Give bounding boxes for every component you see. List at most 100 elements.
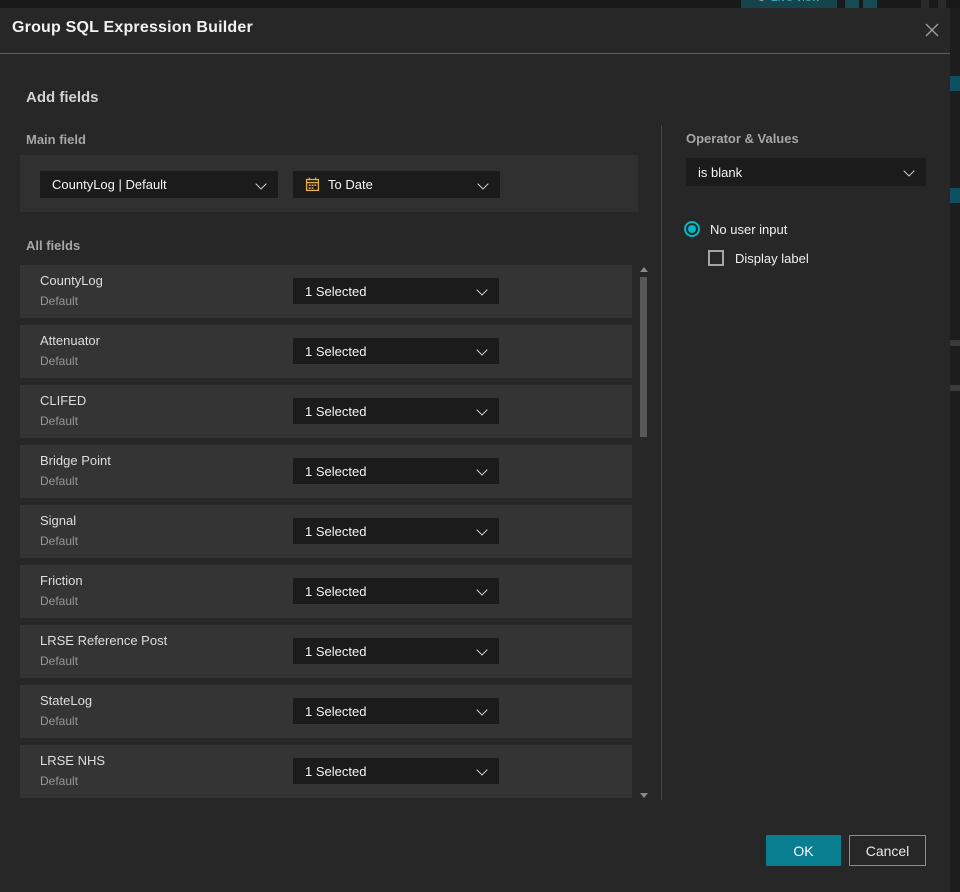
- chevron-down-icon: [476, 524, 488, 536]
- chevron-down-icon: [476, 584, 488, 596]
- radio-selected-icon: [684, 221, 700, 237]
- field-selected-dropdown[interactable]: 1 Selected: [293, 638, 499, 664]
- field-name: Friction: [40, 573, 83, 588]
- field-type-dropdown[interactable]: To Date: [293, 171, 500, 198]
- cancel-button[interactable]: Cancel: [849, 835, 926, 866]
- field-name: CountyLog: [40, 273, 103, 288]
- main-field-dropdown[interactable]: CountyLog | Default: [40, 171, 278, 198]
- header-divider: [0, 53, 950, 54]
- field-selected-dropdown[interactable]: 1 Selected: [293, 518, 499, 544]
- dropdown-value: 1 Selected: [305, 463, 367, 479]
- dropdown-value: 1 Selected: [305, 763, 367, 779]
- field-row: Attenuator Default 1 Selected: [20, 325, 632, 378]
- chevron-down-icon: [476, 404, 488, 416]
- dialog-title: Group SQL Expression Builder: [12, 19, 253, 36]
- chevron-down-icon: [477, 177, 489, 190]
- main-field-dropdown-value: CountyLog | Default: [52, 177, 167, 192]
- field-row: Friction Default 1 Selected: [20, 565, 632, 618]
- field-subtitle: Default: [40, 474, 79, 488]
- field-selected-dropdown[interactable]: 1 Selected: [293, 278, 499, 304]
- display-label-checkbox[interactable]: Display label: [708, 250, 809, 266]
- chevron-down-icon: [476, 284, 488, 296]
- background-panel-fragment: [950, 385, 960, 391]
- calendar-date-icon: [305, 177, 320, 192]
- all-fields-label: All fields: [26, 238, 81, 253]
- operator-values-label: Operator & Values: [686, 131, 799, 146]
- field-selected-dropdown[interactable]: 1 Selected: [293, 578, 499, 604]
- background-toolbar-fragment: [845, 0, 859, 8]
- all-fields-list: CountyLog Default 1 Selected Attenuator …: [20, 265, 632, 805]
- dropdown-value: 1 Selected: [305, 283, 367, 299]
- field-subtitle: Default: [40, 714, 79, 728]
- close-icon: [925, 23, 939, 37]
- main-field-label: Main field: [26, 132, 86, 147]
- field-name: LRSE Reference Post: [40, 633, 168, 648]
- chevron-down-icon: [476, 464, 488, 476]
- field-name: LRSE NHS: [40, 753, 106, 768]
- fields-list-scrollbar[interactable]: [639, 265, 648, 800]
- field-row: StateLog Default 1 Selected: [20, 685, 632, 738]
- no-user-input-label: No user input: [710, 221, 788, 237]
- live-view-label: Live view: [771, 0, 820, 4]
- field-selected-dropdown[interactable]: 1 Selected: [293, 338, 499, 364]
- field-selected-dropdown[interactable]: 1 Selected: [293, 398, 499, 424]
- background-toolbar-fragment: [938, 0, 946, 8]
- field-subtitle: Default: [40, 594, 79, 608]
- chevron-down-icon: [903, 165, 915, 177]
- dropdown-value: 1 Selected: [305, 403, 367, 419]
- background-panel-fragment: [950, 340, 960, 346]
- dropdown-value: 1 Selected: [305, 643, 367, 659]
- chevron-down-icon: [476, 704, 488, 716]
- background-toolbar-fragment: [921, 0, 929, 8]
- ok-button[interactable]: OK: [766, 835, 841, 866]
- background-toolbar-fragment: [863, 0, 877, 8]
- field-subtitle: Default: [40, 294, 79, 308]
- scroll-down-arrow-icon[interactable]: [640, 793, 648, 798]
- dropdown-value: 1 Selected: [305, 523, 367, 539]
- add-fields-heading: Add fields: [26, 89, 99, 106]
- checkbox-unchecked-icon: [708, 250, 724, 266]
- background-panel-fragment: [950, 188, 960, 203]
- field-subtitle: Default: [40, 354, 79, 368]
- chevron-down-icon: [476, 344, 488, 356]
- chevron-down-icon: [476, 644, 488, 656]
- field-row: CLIFED Default 1 Selected: [20, 385, 632, 438]
- background-app-topbar: Live view: [0, 0, 960, 8]
- chevron-down-icon: [255, 177, 267, 190]
- field-name: CLIFED: [40, 393, 87, 408]
- field-row: Bridge Point Default 1 Selected: [20, 445, 632, 498]
- field-selected-dropdown[interactable]: 1 Selected: [293, 758, 499, 784]
- group-sql-expression-builder-dialog: Live view Group SQL Expression Builder A…: [0, 0, 960, 892]
- field-row: CountyLog Default 1 Selected: [20, 265, 632, 318]
- scroll-up-arrow-icon[interactable]: [640, 267, 648, 272]
- dropdown-value: 1 Selected: [305, 343, 367, 359]
- field-subtitle: Default: [40, 654, 79, 668]
- live-view-badge: Live view: [741, 0, 837, 8]
- scrollbar-thumb[interactable]: [640, 277, 647, 437]
- background-panel-fragment: [950, 76, 960, 91]
- field-subtitle: Default: [40, 534, 79, 548]
- panel-divider: [661, 125, 662, 800]
- field-row: Signal Default 1 Selected: [20, 505, 632, 558]
- close-button[interactable]: [918, 16, 946, 44]
- operator-dropdown-value: is blank: [698, 164, 743, 180]
- dropdown-value: 1 Selected: [305, 583, 367, 599]
- field-name: Attenuator: [40, 333, 100, 348]
- field-selected-dropdown[interactable]: 1 Selected: [293, 458, 499, 484]
- field-row: LRSE Reference Post Default 1 Selected: [20, 625, 632, 678]
- background-app-right-edge: [950, 8, 960, 892]
- no-user-input-radio[interactable]: No user input: [684, 221, 787, 237]
- dropdown-value: 1 Selected: [305, 703, 367, 719]
- field-row: LRSE NHS Default 1 Selected: [20, 745, 632, 798]
- operator-dropdown[interactable]: is blank: [686, 158, 926, 186]
- display-label-label: Display label: [735, 250, 809, 266]
- field-type-dropdown-value: To Date: [328, 177, 373, 192]
- field-name: Signal: [40, 513, 77, 528]
- field-name: Bridge Point: [40, 453, 111, 468]
- chevron-down-icon: [476, 764, 488, 776]
- live-view-dot-icon: [757, 0, 765, 1]
- field-subtitle: Default: [40, 414, 79, 428]
- field-selected-dropdown[interactable]: 1 Selected: [293, 698, 499, 724]
- field-subtitle: Default: [40, 774, 79, 788]
- field-name: StateLog: [40, 693, 93, 708]
